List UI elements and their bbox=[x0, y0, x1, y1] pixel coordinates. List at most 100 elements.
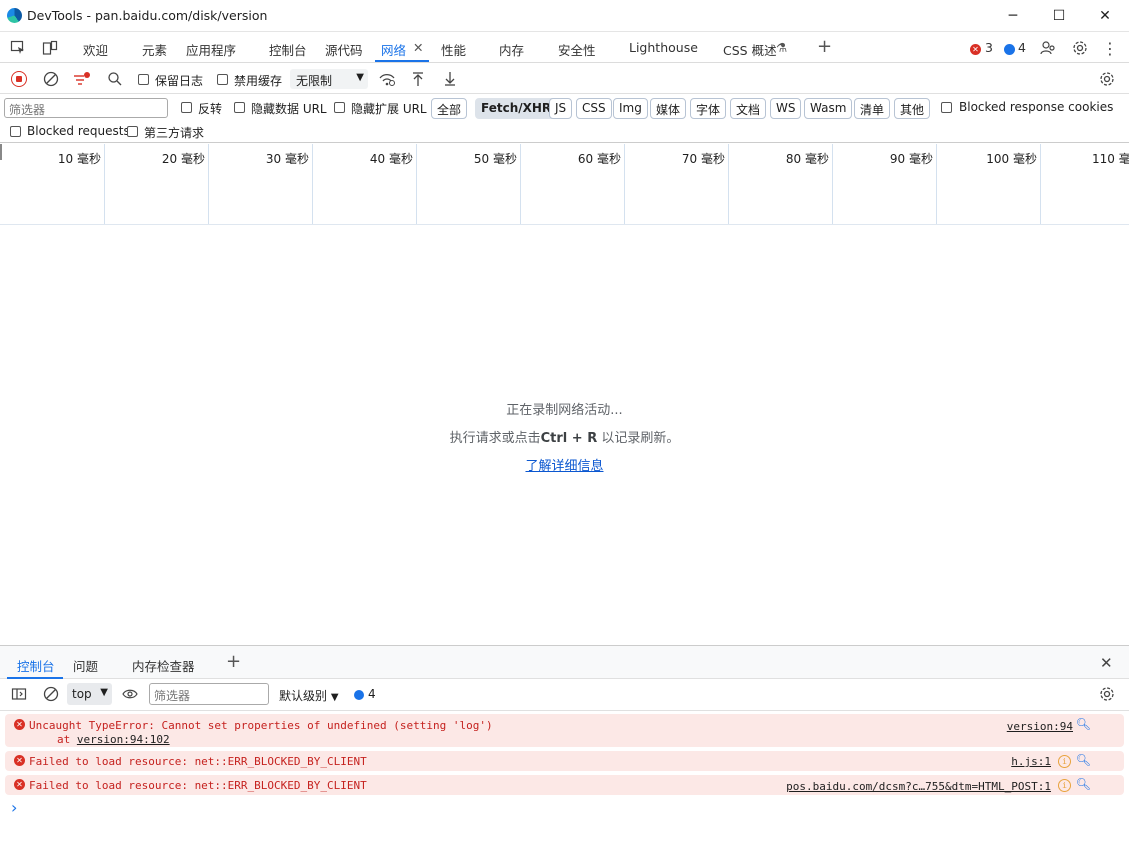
throttle-select[interactable]: 无限制 ▼ bbox=[290, 69, 368, 89]
search-icon[interactable]: 🔍︎ bbox=[1076, 717, 1091, 731]
error-text: Failed to load resource: net::ERR_BLOCKE… bbox=[29, 779, 367, 792]
timeline-tick: 10 毫秒 bbox=[0, 144, 105, 224]
type-filter-font[interactable]: 字体 bbox=[690, 98, 727, 119]
device-emulation-icon[interactable] bbox=[40, 38, 60, 58]
tab-network-close-icon[interactable]: ✕ bbox=[413, 40, 423, 55]
more-menu-icon[interactable]: ⋮ bbox=[1100, 38, 1120, 58]
type-filter-wasm[interactable]: Wasm bbox=[804, 98, 853, 119]
message-source-link[interactable]: pos.baidu.com/dcsm?c…755&dtm=HTML_POST:1 bbox=[786, 780, 1051, 793]
search-icon[interactable]: 🔍︎ bbox=[1076, 777, 1091, 791]
customize-people-icon[interactable] bbox=[1038, 38, 1058, 58]
type-filter-img[interactable]: Img bbox=[613, 98, 648, 119]
filter-input[interactable]: 筛选器 bbox=[4, 98, 168, 118]
throttle-value: 无限制 bbox=[296, 74, 333, 88]
message-count-badge[interactable]: 4 bbox=[1018, 40, 1026, 55]
drawer-tab-issues[interactable]: 问题 bbox=[73, 656, 98, 675]
issue-icon[interactable]: i bbox=[1058, 779, 1071, 792]
console-settings-gear-icon[interactable] bbox=[1097, 684, 1117, 704]
search-icon[interactable]: 🔍︎ bbox=[1076, 753, 1091, 767]
tab-application[interactable]: 应用程序 bbox=[186, 40, 236, 59]
timeline-tick: 100 毫秒 bbox=[937, 144, 1041, 224]
close-window-button[interactable]: ✕ bbox=[1082, 0, 1128, 32]
message-source-link[interactable]: h.js:1 bbox=[1011, 755, 1051, 768]
hide-data-url-checkbox[interactable] bbox=[234, 102, 245, 113]
console-prompt[interactable]: › bbox=[11, 798, 17, 817]
blocked-cookies-checkbox[interactable] bbox=[941, 102, 952, 113]
maximize-button[interactable]: ☐ bbox=[1036, 0, 1082, 32]
clear-icon[interactable] bbox=[41, 69, 61, 89]
type-filter-all[interactable]: 全部 bbox=[431, 98, 468, 119]
context-selector[interactable]: top ▼ bbox=[67, 683, 112, 705]
console-error-message[interactable]: ✕ Failed to load resource: net::ERR_BLOC… bbox=[5, 775, 1124, 795]
add-tab-button[interactable]: + bbox=[817, 36, 832, 57]
tab-welcome[interactable]: 欢迎 bbox=[83, 40, 108, 59]
drawer-tab-console[interactable]: 控制台 bbox=[17, 656, 55, 675]
message-source-link[interactable]: version:94 bbox=[1007, 720, 1073, 733]
drawer-close-button[interactable]: ✕ bbox=[1100, 654, 1113, 672]
stack-link[interactable]: version:94:102 bbox=[77, 733, 170, 746]
live-expression-eye-icon[interactable] bbox=[120, 684, 140, 704]
console-message-count[interactable]: 4 bbox=[368, 687, 376, 701]
log-level-select[interactable]: 默认级别 ▼ bbox=[279, 687, 339, 704]
console-filter-input[interactable]: 筛选器 bbox=[149, 683, 269, 705]
import-har-icon[interactable] bbox=[408, 69, 428, 89]
console-error-message[interactable]: ✕ Uncaught TypeError: Cannot set propert… bbox=[5, 714, 1124, 747]
active-tab-indicator bbox=[375, 60, 429, 62]
invert-checkbox[interactable] bbox=[181, 102, 192, 113]
timeline-tick-label: 20 毫秒 bbox=[161, 152, 205, 166]
tab-css-overview[interactable]: CSS 概述 bbox=[723, 40, 777, 59]
search-icon[interactable] bbox=[105, 69, 125, 89]
console-error-message[interactable]: ✕ Failed to load resource: net::ERR_BLOC… bbox=[5, 751, 1124, 771]
drawer-add-tab-button[interactable]: + bbox=[226, 651, 241, 672]
timeline-tick-label: 90 毫秒 bbox=[889, 152, 933, 166]
type-filter-manifest[interactable]: 清单 bbox=[854, 98, 891, 119]
timeline-tick: 60 毫秒 bbox=[521, 144, 625, 224]
clear-console-icon[interactable] bbox=[41, 684, 61, 704]
error-count-badge[interactable]: 3 bbox=[985, 40, 993, 55]
network-toolbar: 保留日志 禁用缓存 无限制 ▼ bbox=[0, 64, 1129, 94]
timeline-overview[interactable]: 10 毫秒 20 毫秒 30 毫秒 40 毫秒 50 毫秒 60 毫秒 70 毫… bbox=[0, 144, 1129, 225]
tab-network[interactable]: 网络 bbox=[381, 40, 406, 59]
tab-security[interactable]: 安全性 bbox=[558, 40, 596, 59]
network-conditions-icon[interactable] bbox=[377, 69, 397, 89]
type-filter-ws[interactable]: WS bbox=[770, 98, 802, 119]
tab-sources[interactable]: 源代码 bbox=[325, 40, 363, 59]
type-filter-css[interactable]: CSS bbox=[576, 98, 612, 119]
blocked-requests-label: Blocked requests bbox=[27, 124, 130, 138]
type-filter-other[interactable]: 其他 bbox=[894, 98, 931, 119]
hide-ext-url-checkbox[interactable] bbox=[334, 102, 345, 113]
dropdown-arrow-icon: ▼ bbox=[330, 692, 339, 703]
type-filter-js[interactable]: JS bbox=[549, 98, 573, 119]
title-bar: DevTools - pan.baidu.com/disk/version ─ … bbox=[0, 0, 1129, 32]
record-stop-button[interactable] bbox=[11, 71, 27, 87]
tab-lighthouse[interactable]: Lighthouse bbox=[629, 40, 698, 55]
tab-performance[interactable]: 性能 bbox=[441, 40, 466, 59]
log-level-value: 默认级别 bbox=[279, 689, 328, 703]
filter-toggle-icon[interactable] bbox=[72, 69, 92, 89]
network-settings-gear-icon[interactable] bbox=[1097, 69, 1117, 89]
settings-gear-icon[interactable] bbox=[1070, 38, 1090, 58]
third-party-checkbox[interactable] bbox=[127, 126, 138, 137]
dropdown-arrow-icon: ▼ bbox=[356, 72, 364, 83]
recording-hint: 执行请求或点击Ctrl + R 以记录刷新。 bbox=[0, 427, 1129, 446]
issue-icon[interactable]: i bbox=[1058, 755, 1071, 768]
tab-console[interactable]: 控制台 bbox=[269, 40, 307, 59]
type-filter-doc[interactable]: 文档 bbox=[730, 98, 767, 119]
timeline-tick-label: 10 毫秒 bbox=[57, 152, 101, 166]
disable-cache-label: 禁用缓存 bbox=[234, 74, 283, 88]
drawer-tab-memory-inspector[interactable]: 内存检查器 bbox=[132, 656, 195, 675]
timeline-tick-label: 80 毫秒 bbox=[785, 152, 829, 166]
timeline-tick: 80 毫秒 bbox=[729, 144, 833, 224]
inspect-element-icon[interactable] bbox=[8, 38, 28, 58]
export-har-icon[interactable] bbox=[440, 69, 460, 89]
preserve-log-checkbox[interactable] bbox=[138, 74, 149, 85]
minimize-button[interactable]: ─ bbox=[990, 0, 1036, 32]
console-sidebar-icon[interactable] bbox=[9, 684, 29, 704]
tab-elements[interactable]: 元素 bbox=[142, 40, 167, 59]
type-filter-fetch-xhr[interactable]: Fetch/XHR bbox=[475, 98, 558, 119]
tab-memory[interactable]: 内存 bbox=[499, 40, 524, 59]
blocked-requests-checkbox[interactable] bbox=[10, 126, 21, 137]
disable-cache-checkbox[interactable] bbox=[217, 74, 228, 85]
type-filter-media[interactable]: 媒体 bbox=[650, 98, 687, 119]
learn-more-link[interactable]: 了解详细信息 bbox=[525, 459, 603, 474]
